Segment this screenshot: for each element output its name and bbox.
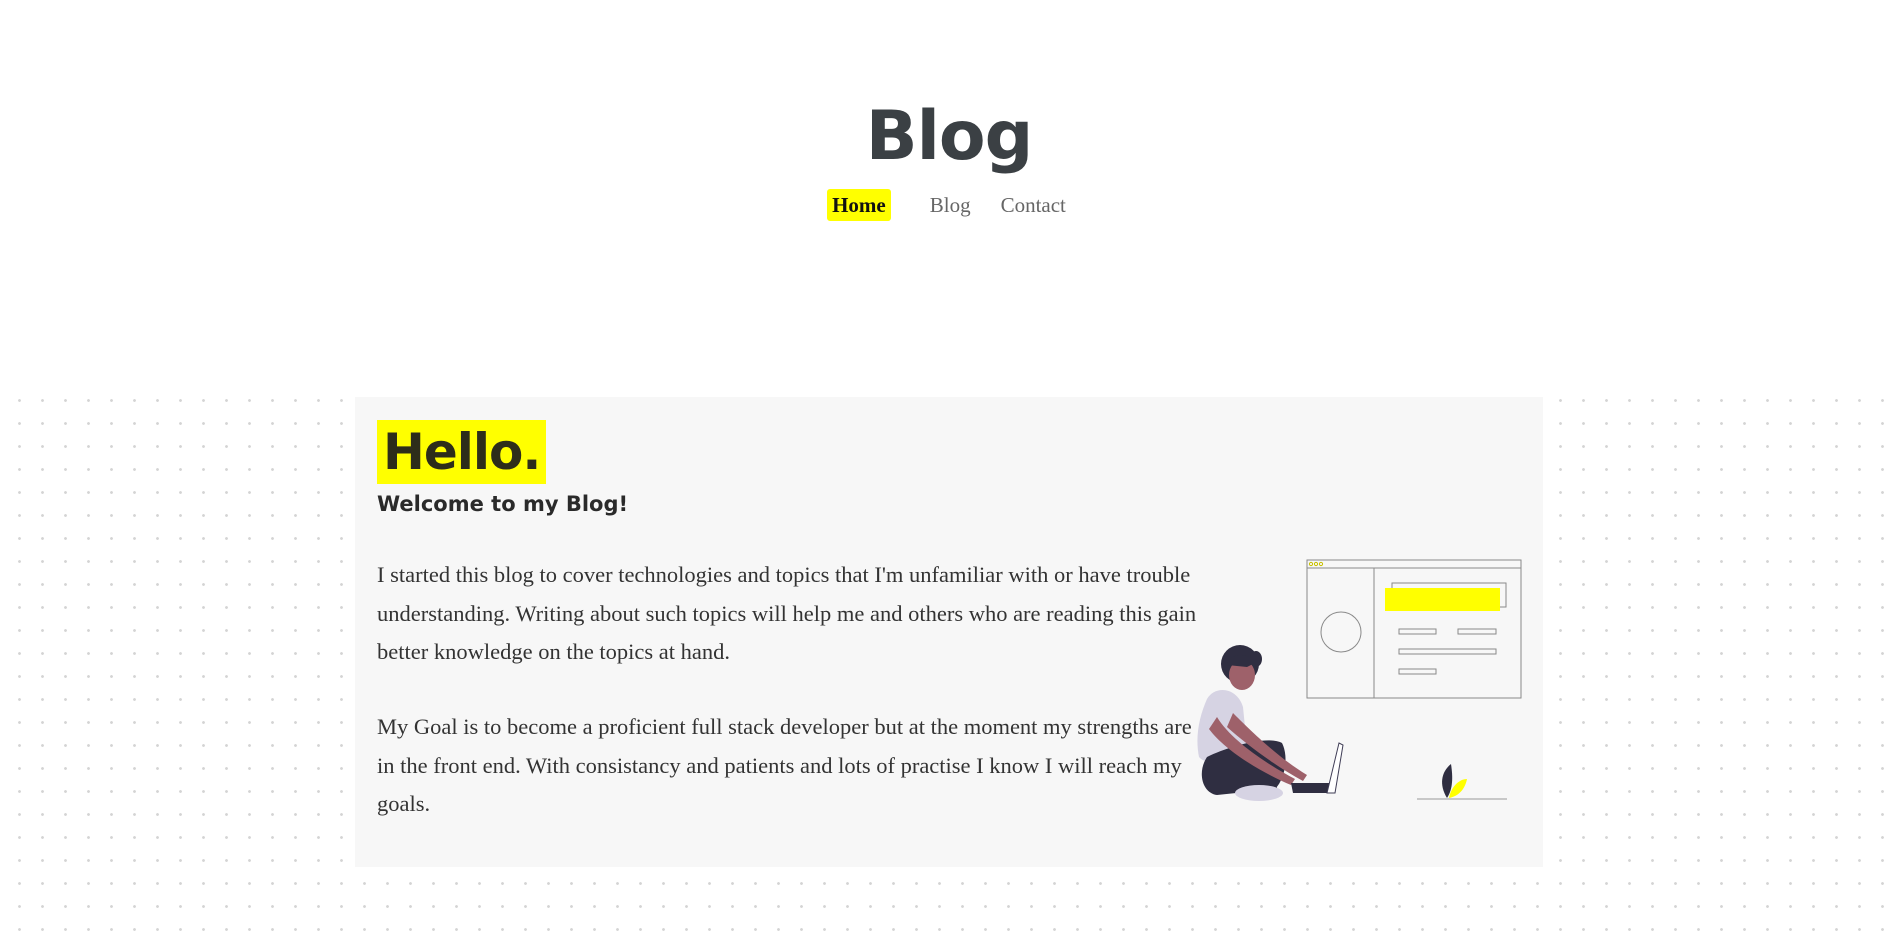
browser-window-icon <box>1306 559 1522 699</box>
hello-heading: Hello. <box>377 420 547 484</box>
plant-icon <box>1417 764 1507 800</box>
welcome-subheading: Welcome to my Blog! <box>377 492 629 516</box>
intro-card: Hello. Welcome to my Blog! I started thi… <box>355 397 1543 867</box>
site-title: Blog <box>865 97 1034 176</box>
nav-item-blog[interactable]: Blog <box>925 189 976 221</box>
site-header: Blog Home Blog Contact <box>0 0 1898 380</box>
goal-paragraph: My Goal is to become a proficient full s… <box>377 714 1192 816</box>
nav-item-home[interactable]: Home <box>827 189 891 221</box>
person-with-laptop-illustration <box>1197 559 1522 801</box>
main-nav: Home Blog Contact <box>0 189 1898 221</box>
nav-item-contact[interactable]: Contact <box>996 189 1071 221</box>
person-icon <box>1197 645 1344 801</box>
intro-paragraph: I started this blog to cover technologie… <box>377 562 1197 664</box>
